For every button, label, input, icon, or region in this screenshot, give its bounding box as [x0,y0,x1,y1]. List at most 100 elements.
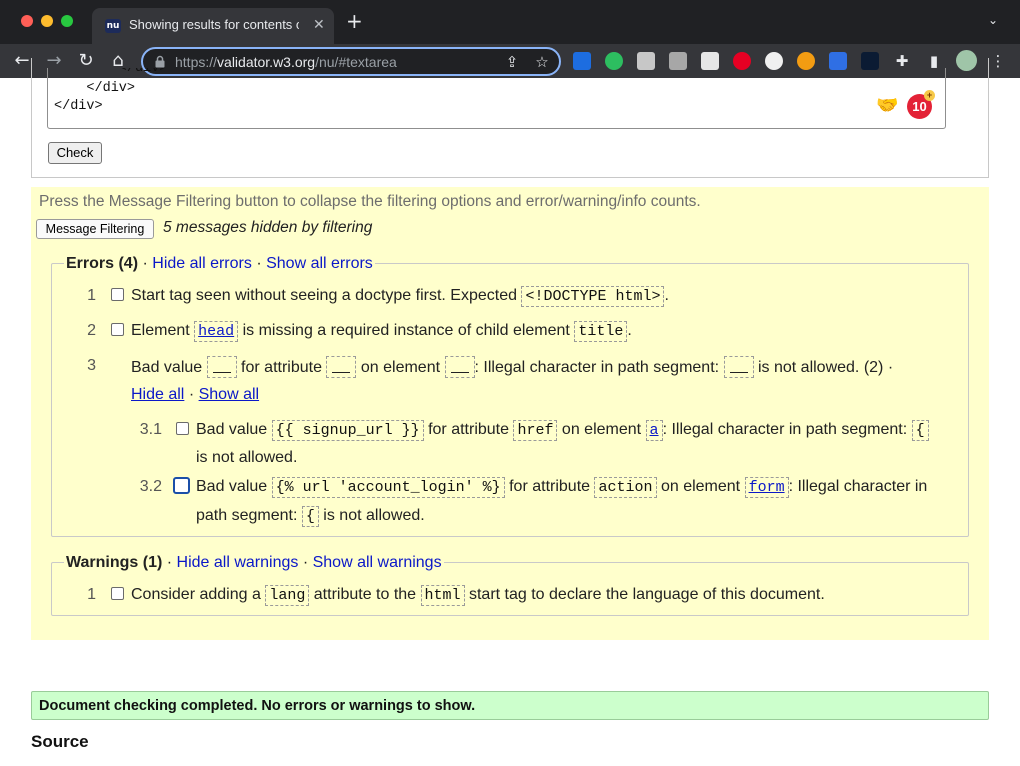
error-text: : Illegal character in path segment: [662,421,912,438]
error-text: for attribute [236,359,327,376]
error-checkbox[interactable] [111,323,124,336]
error-number: 3 [87,357,96,374]
error-message: Bad value {% url 'account_login' %} for … [196,477,927,498]
minimize-window-button[interactable] [41,15,53,27]
error-text: path segment: [196,507,302,524]
error-message-cont: path segment: { is not allowed. [196,506,425,527]
blank-value [206,356,237,378]
warnings-heading: Warnings (1) [66,554,163,571]
warning-checkbox[interactable] [111,587,124,600]
error-text: on element [356,359,445,376]
warning-text: start tag to declare the language of thi… [464,586,825,603]
handshake-icon[interactable]: 🤝 [876,95,898,116]
error-text: is missing a required instance of child … [238,322,575,339]
tab-close-icon[interactable]: ✕ [313,17,325,33]
warning-message: Consider adding a lang attribute to the … [131,585,825,606]
zoom-window-button[interactable] [61,15,73,27]
show-all-errors-link[interactable]: Show all errors [266,255,373,272]
error-text: is not allowed. (2) · [753,359,894,376]
blank-value [723,356,754,378]
error-number: 3.2 [139,478,162,495]
form-element-link[interactable]: form [749,479,785,496]
errors-group: Errors (4) · Hide all errors · Show all … [51,254,969,537]
error-number: 3.1 [139,421,162,438]
blank-value [326,356,357,378]
error-text: . [664,287,669,304]
code-brace: { [911,420,929,441]
tab-search-chevron-icon[interactable]: ⌄ [988,13,998,27]
show-all-link[interactable]: Show all [199,386,259,403]
hide-all-warnings-link[interactable]: Hide all warnings [177,554,299,571]
close-window-button[interactable] [21,15,33,27]
error-text: Bad value [196,421,272,438]
separator: · [166,554,173,571]
error-message: Bad value {{ signup_url }} for attribute… [196,420,929,441]
error-text: for attribute [423,421,514,438]
error-checkbox[interactable] [176,422,189,435]
code-lang: lang [265,585,310,606]
error-text: for attribute [504,478,595,495]
show-all-warnings-link[interactable]: Show all warnings [313,554,442,571]
code-html: html [420,585,465,606]
tab-favicon-icon: nu [105,19,121,33]
error-text: Start tag seen without seeing a doctype … [131,287,522,304]
code-href: href [513,420,558,441]
separator: · [188,386,195,403]
separator: · [302,554,309,571]
code-head: head [194,321,239,342]
error-message: Start tag seen without seeing a doctype … [131,286,669,307]
notification-plus: + [924,90,935,101]
hide-all-link[interactable]: Hide all [131,386,184,403]
error-text: is not allowed. [318,507,425,524]
code-account-login: {% url 'account_login' %} [271,477,505,498]
source-heading: Source [31,732,89,751]
code-form: form [744,477,789,498]
warnings-group: Warnings (1) · Hide all warnings · Show … [51,553,969,616]
hide-all-errors-link[interactable]: Hide all errors [152,255,252,272]
error-text: Element [131,322,195,339]
a-element-link[interactable]: a [650,422,659,439]
active-tab[interactable]: nu Showing results for contents of text-… [92,8,334,44]
error-number: 1 [87,287,96,304]
warning-text: Consider adding a [131,586,266,603]
head-element-link[interactable]: head [198,323,234,340]
hidden-messages-count: 5 messages hidden by filtering [163,219,373,236]
code-a: a [645,420,663,441]
filter-info-text: Press the Message Filtering button to co… [39,193,701,210]
success-message: Document checking completed. No errors o… [31,691,989,720]
separator: · [142,255,148,272]
errors-heading: Errors (4) [66,255,139,272]
error-message-cont: is not allowed. [196,449,298,466]
error-text: Bad value [196,478,272,495]
tab-title: Showing results for contents of text-inp… [129,17,299,32]
error-group-actions: Hide all · Show all [131,385,259,405]
error-text: : Illegal character in path segment: [474,359,724,376]
warning-number: 1 [87,586,96,603]
error-text: on element [557,421,646,438]
error-checkbox[interactable] [111,288,124,301]
source-textarea[interactable]: </div> </div> </div> [47,68,946,129]
error-text: : Illegal character in [788,478,928,495]
code-title: title [574,321,628,342]
separator: · [256,255,262,272]
error-message: Element head is missing a required insta… [131,321,632,342]
browser-titlebar: nu Showing results for contents of text-… [0,0,1020,44]
page-content: </div> </div> </div> 🤝 10 + Check Press … [0,58,1020,766]
error-message: Bad value for attribute on element : Ill… [131,356,893,378]
error-text: . [627,322,632,339]
code-brace: { [301,506,319,527]
code-line: </div> [54,99,103,114]
error-text: Bad value [131,359,207,376]
code-line: </div> [54,68,168,76]
blank-value [444,356,475,378]
message-filtering-button[interactable]: Message Filtering [36,219,154,239]
menu-icon[interactable]: ⋮ [988,51,1008,71]
error-number: 2 [87,322,96,339]
check-button[interactable]: Check [48,142,102,164]
error-text: on element [656,478,745,495]
error-checkbox-focused[interactable] [173,477,190,494]
code-signup-url: {{ signup_url }} [271,420,424,441]
filtering-panel: Press the Message Filtering button to co… [31,187,989,640]
warnings-legend: Warnings (1) · Hide all warnings · Show … [64,553,444,573]
new-tab-icon[interactable]: + [346,11,363,31]
